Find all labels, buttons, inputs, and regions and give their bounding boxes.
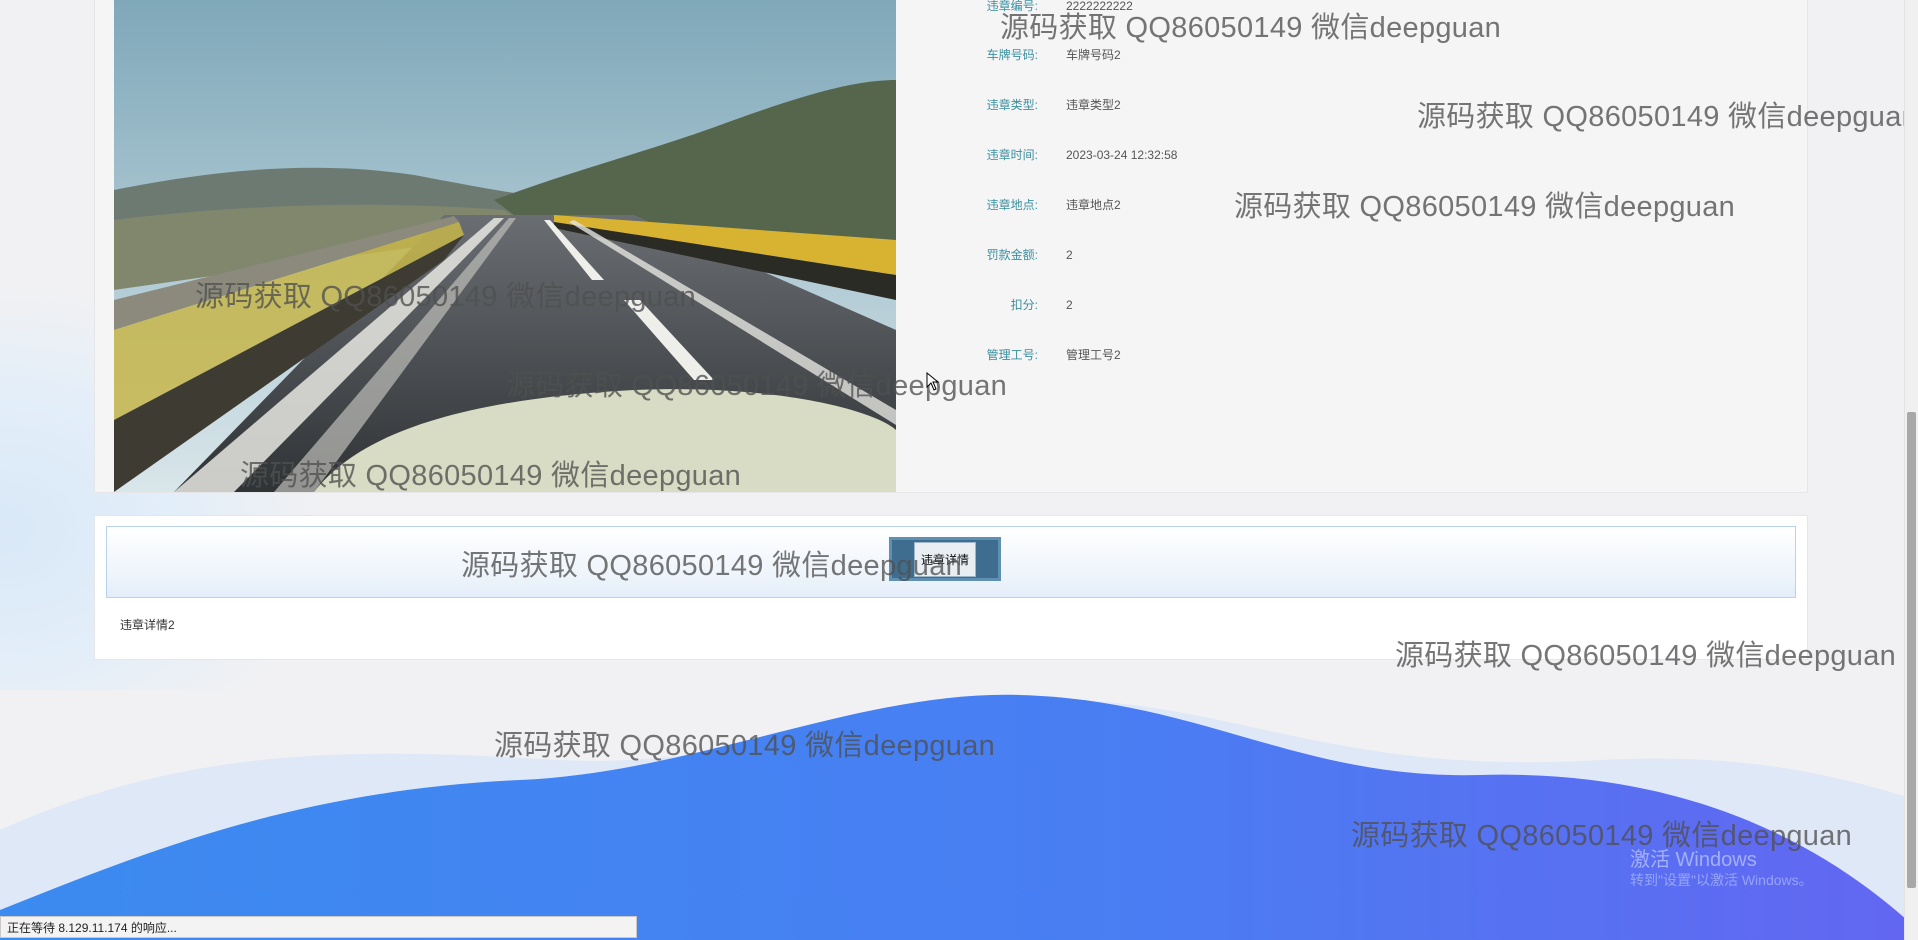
- violation-location-label: 违章地点:: [986, 198, 1038, 212]
- manager-id-value: 管理工号2: [1066, 348, 1121, 362]
- mouse-cursor-icon: [926, 372, 940, 391]
- fine-amount-value: 2: [1066, 248, 1073, 262]
- windows-activate-hint: 转到"设置"以激活 Windows。: [1630, 872, 1813, 888]
- penalty-points-value: 2: [1066, 298, 1073, 312]
- violation-type-label: 违章类型:: [986, 98, 1038, 112]
- fine-amount-label: 罚款金额:: [986, 248, 1038, 262]
- violation-detail-tab-label: 违章详情: [913, 541, 976, 577]
- penalty-points-label: 扣分:: [1010, 298, 1038, 312]
- background-waves: [0, 694, 1918, 940]
- windows-activate-title: 激活 Windows: [1630, 849, 1757, 871]
- violation-time-value: 2023-03-24 12:32:58: [1066, 148, 1178, 162]
- violation-detail-tab-button[interactable]: 违章详情: [889, 537, 1001, 581]
- violation-id-value: 2222222222: [1066, 0, 1133, 13]
- vertical-scrollbar[interactable]: [1904, 0, 1918, 940]
- browser-status-bar: 正在等待 8.129.11.174 的响应...: [0, 916, 637, 938]
- plate-number-value: 车牌号码2: [1066, 48, 1121, 62]
- violation-detail-panel: 违章详情 违章详情2: [94, 515, 1808, 660]
- violation-id-label: 违章编号:: [986, 0, 1038, 13]
- violation-type-value: 违章类型2: [1066, 98, 1121, 112]
- detail-tab-bar: 违章详情: [106, 526, 1796, 598]
- violation-location-value: 违章地点2: [1066, 198, 1121, 212]
- plate-number-label: 车牌号码:: [986, 48, 1038, 62]
- manager-id-label: 管理工号:: [986, 348, 1038, 362]
- violation-time-label: 违章时间:: [986, 148, 1038, 162]
- scrollbar-thumb[interactable]: [1907, 412, 1916, 888]
- violation-detail-text: 违章详情2: [120, 618, 175, 632]
- violation-photo: [114, 0, 896, 492]
